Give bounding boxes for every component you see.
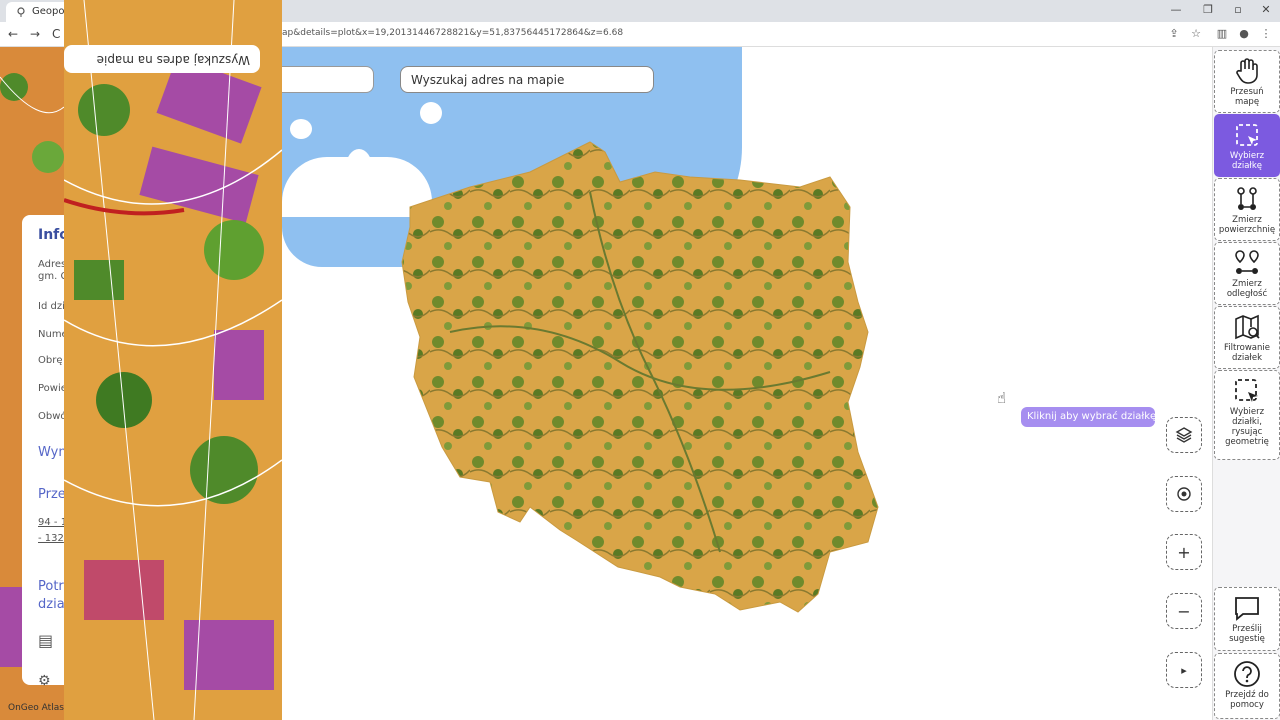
section-transitions[interactable]: Prze [38,487,66,502]
tool-label: Przejdź do pomocy [1225,690,1269,710]
select-plot-icon [1236,124,1258,146]
tool-filter-plots[interactable]: Filtrowanie działek [1214,306,1280,369]
chat-icon [1235,597,1259,621]
island [346,149,372,185]
link-plot-94[interactable]: 94 - 1 [38,517,67,528]
tool-draw-select[interactable]: Wybierz działki, rysując geometrię [1214,370,1280,460]
island [420,102,442,124]
help-button[interactable]: Przejdź do pomocy [1214,653,1280,719]
sidepanel-icon[interactable]: ▥ [1214,27,1230,40]
menu-icon[interactable]: ⋮ [1258,27,1274,40]
document-icon[interactable]: ▤ [38,631,53,650]
info-row-precinct: Obrę [38,355,63,366]
send-suggestion-button[interactable]: Prześlij sugestię [1214,587,1280,651]
tool-label: Wybierz działkę [1229,151,1265,171]
search-left-edge[interactable] [282,66,374,93]
island [290,119,312,139]
footer-brand: OnGeo Atlas [8,703,64,713]
url-text[interactable]: ap&details=plot&x=19,20131446728821&y=51… [282,28,623,38]
settings-icon[interactable]: ⚙ [38,673,51,689]
measure-area-icon [1237,187,1257,210]
tool-pan-map[interactable]: Przesuń mapę [1214,50,1280,113]
filter-map-icon [1235,314,1260,340]
address-search-input[interactable]: Wyszukaj adres na mapie [400,66,654,93]
tool-select-plot[interactable]: Wybierz działkę [1214,114,1280,177]
info-row-address: Adres [38,259,67,270]
tool-sidebar: Przesuń mapę Wybierz działkę Zmierz powi… [1212,47,1280,720]
zoom-in-button[interactable]: + [1166,534,1202,570]
info-row-perimeter: Obwó [38,411,67,422]
tool-label: Wybierz działki, rysując geometrię [1225,407,1269,447]
tool-label: Zmierz odległość [1226,279,1268,299]
window-max-icon[interactable]: ▫ [1228,3,1248,16]
aerial-overlay [64,0,282,720]
location-pin-icon [17,7,25,17]
layers-button[interactable] [1166,417,1202,453]
forward-button[interactable]: → [30,27,40,41]
tool-measure-distance[interactable]: Zmierz odległość [1214,242,1280,305]
tool-label: Prześlij sugestię [1229,624,1265,644]
poland-map[interactable] [390,132,890,652]
restore-icon[interactable]: ❐ [1198,3,1218,16]
hand-icon [1236,58,1258,84]
close-icon[interactable]: ✕ [1256,3,1276,16]
info-row-id: Id dzi [38,301,65,312]
minimize-icon[interactable]: — [1166,3,1186,16]
link-plot-132[interactable]: - 132 [38,533,64,544]
layers-icon [1175,427,1193,443]
hand-cursor-icon: ☝ [997,389,1007,407]
draw-select-icon [1235,379,1258,402]
share-icon[interactable]: ⇪ [1166,27,1182,40]
info-row-area: Powie [38,383,67,394]
zoom-out-button[interactable]: − [1166,593,1202,629]
aerial-imagery [64,0,282,720]
back-button[interactable]: ← [8,27,18,41]
star-icon[interactable]: ☆ [1188,27,1204,40]
locate-button[interactable] [1166,476,1202,512]
select-plot-tooltip: Kliknij aby wybrać działkę [1021,407,1156,427]
section-needs[interactable]: Potr [38,579,64,594]
measure-distance-icon [1235,250,1259,274]
tool-label: Filtrowanie działek [1224,343,1270,363]
tool-measure-area[interactable]: Zmierz powierzchnię [1214,178,1280,241]
tool-label: Zmierz powierzchnię [1218,215,1276,235]
mirrored-search: Wyszukaj adres na mapie [64,45,260,73]
expand-button[interactable]: ▸ [1166,652,1202,688]
locate-icon [1177,487,1191,501]
tool-label: Przesuń mapę [1230,87,1264,107]
profile-icon[interactable]: ● [1236,27,1252,40]
help-icon [1234,661,1260,687]
section-plot[interactable]: dzia [38,597,65,612]
reload-button[interactable]: C [52,27,60,41]
